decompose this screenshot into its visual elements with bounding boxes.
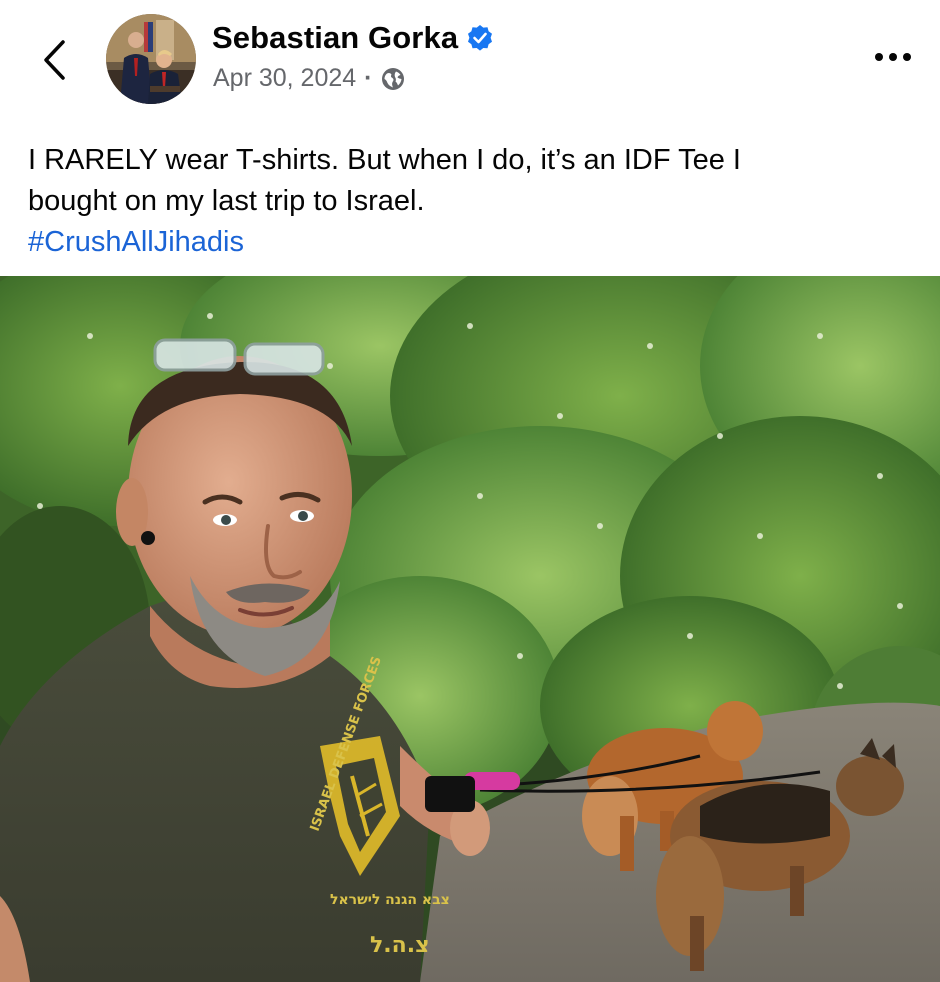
more-options-icon-dot — [903, 53, 911, 61]
post-header: Sebastian Gorka Apr 30, 2024 · — [0, 0, 940, 115]
hashtag-link[interactable]: #CrushAllJihadis — [28, 222, 244, 263]
shirt-abbr-text: צ.ה.ל — [370, 933, 430, 958]
author-row: Sebastian Gorka — [212, 20, 494, 56]
post-text-line: bought on my last trip to Israel. — [28, 185, 425, 217]
post-text-line: I RARELY wear T-shirts. But when I do, i… — [28, 144, 741, 176]
author-avatar[interactable] — [106, 14, 196, 104]
post-meta: Apr 30, 2024 · — [213, 64, 405, 93]
post-photo[interactable]: ISRAEL DEFENSE FORCES צבא הגנה לישראל צ.… — [0, 276, 940, 982]
more-options-icon-dot — [875, 53, 883, 61]
author-name[interactable]: Sebastian Gorka — [212, 20, 458, 56]
shirt-hebrew-text: צבא הגנה לישראל — [330, 892, 450, 908]
meta-separator: · — [364, 64, 373, 92]
chevron-left-icon — [44, 40, 65, 80]
globe-icon — [381, 67, 404, 90]
more-options-icon-dot — [889, 53, 897, 61]
post-date[interactable]: Apr 30, 2024 — [213, 64, 356, 93]
back-button[interactable] — [34, 34, 74, 86]
more-options-button[interactable] — [868, 42, 918, 72]
verified-badge-icon — [466, 24, 494, 52]
post-body: I RARELY wear T-shirts. But when I do, i… — [28, 140, 908, 263]
